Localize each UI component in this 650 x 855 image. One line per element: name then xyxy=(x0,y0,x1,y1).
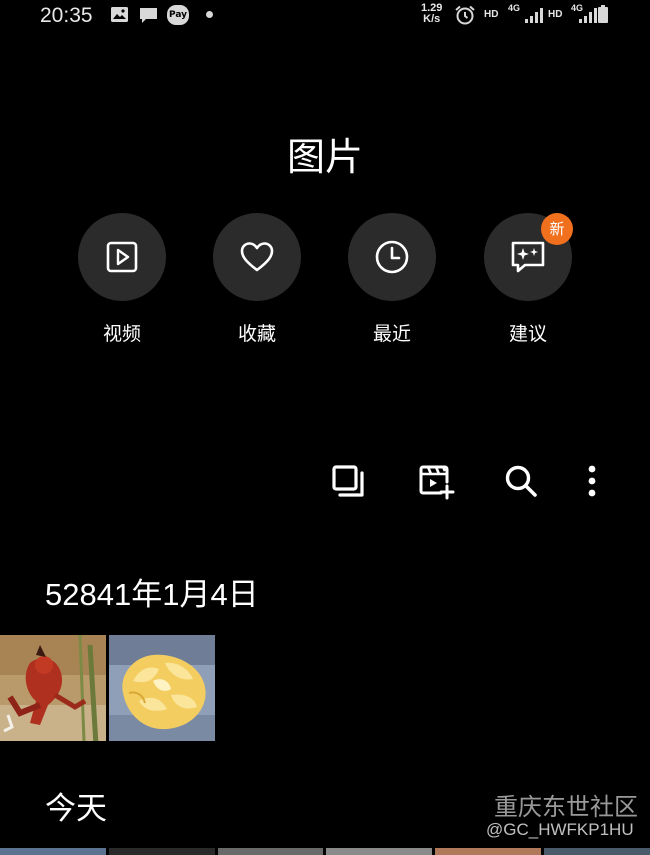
thumbnail-strip xyxy=(0,848,650,855)
page-title: 图片 xyxy=(286,135,363,179)
battery-icon xyxy=(598,5,608,23)
quick-action-circle[interactable] xyxy=(78,213,166,301)
photo-thumbnail[interactable] xyxy=(108,848,215,855)
new-badge: 新 xyxy=(541,213,573,245)
watermark-text: 重庆东世社区 xyxy=(494,793,638,821)
video-play-icon xyxy=(106,241,138,273)
quick-action-label: 视频 xyxy=(102,323,141,345)
date-header: 52841年1月4日 xyxy=(45,577,259,612)
quick-action-circle[interactable] xyxy=(213,213,301,301)
photo-thumbnail[interactable] xyxy=(326,848,433,855)
select-button[interactable] xyxy=(328,461,368,501)
photo-thumbnail[interactable] xyxy=(435,848,542,855)
photo-thumbnail-image xyxy=(109,635,215,741)
message-icon xyxy=(140,8,157,23)
signal-icon xyxy=(525,8,543,23)
quick-action-recent[interactable]: 最近 xyxy=(348,213,438,353)
photo-thumbnail[interactable] xyxy=(217,848,324,855)
quick-action-label: 最近 xyxy=(372,323,411,345)
pay-icon: Pay xyxy=(167,5,189,25)
photo-thumbnail[interactable] xyxy=(0,634,106,746)
net-hd-label-2: HD xyxy=(548,9,563,20)
net-hd-label: HD xyxy=(484,9,499,20)
more-options-icon xyxy=(588,465,596,497)
photo-thumbnail[interactable] xyxy=(109,635,215,741)
signal-icon-2 xyxy=(579,8,597,23)
date-header-today: 今天 xyxy=(45,791,107,827)
quick-action-label: 建议 xyxy=(508,323,547,345)
heart-icon xyxy=(240,242,274,272)
sparkle-chat-icon xyxy=(511,241,545,273)
photo-thumbnail-image xyxy=(0,634,106,746)
quick-action-favorites[interactable]: 收藏 xyxy=(213,213,303,353)
search-button[interactable] xyxy=(501,461,541,501)
quick-action-circle[interactable] xyxy=(348,213,436,301)
create-movie-icon xyxy=(419,465,455,500)
status-bar: 20:35 Pay 1.29 K/s HD 4G HD 4G xyxy=(0,0,650,32)
watermark-handle: @GC_HWFKP1HU xyxy=(486,820,634,839)
net-gen-label: 4G xyxy=(508,3,521,13)
select-icon xyxy=(332,465,364,497)
more-options-button[interactable] xyxy=(572,461,612,501)
clock-icon xyxy=(375,240,409,274)
search-icon xyxy=(505,465,537,497)
create-movie-button[interactable] xyxy=(416,461,456,501)
status-time: 20:35 xyxy=(40,4,93,27)
gallery-icon xyxy=(111,7,128,22)
network-speed: 1.29 K/s xyxy=(421,2,443,25)
photo-thumbnail[interactable] xyxy=(544,848,650,855)
quick-action-label: 收藏 xyxy=(237,323,276,345)
quick-action-videos[interactable]: 视频 xyxy=(78,213,168,353)
alarm-icon xyxy=(455,5,475,25)
dot-icon xyxy=(206,11,213,18)
photo-thumbnail[interactable] xyxy=(0,848,106,855)
